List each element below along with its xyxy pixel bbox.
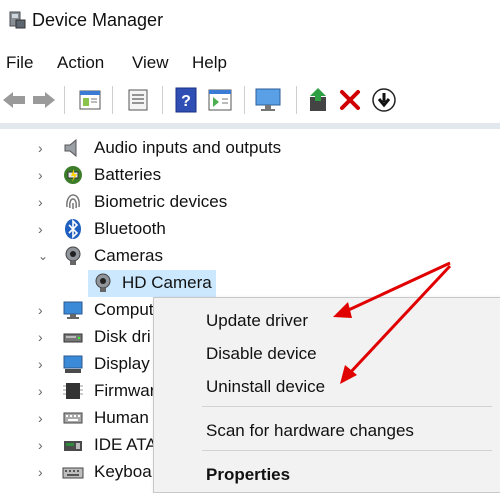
display-adapter-icon bbox=[62, 353, 84, 375]
scan-monitor-icon[interactable] bbox=[254, 86, 282, 114]
toolbar-separator bbox=[162, 86, 163, 114]
svg-text:?: ? bbox=[181, 93, 191, 110]
disk-drive-icon bbox=[62, 326, 84, 348]
menu-file[interactable]: File bbox=[6, 53, 33, 73]
chevron-right-icon[interactable]: › bbox=[38, 464, 50, 480]
toolbar: ? bbox=[0, 80, 500, 120]
menu-bar: File Action View Help bbox=[0, 50, 500, 78]
tree-row-audio[interactable]: › Audio inputs and outputs bbox=[0, 135, 500, 162]
tree-label: Biometric devices bbox=[94, 192, 228, 211]
menu-action[interactable]: Action bbox=[57, 53, 104, 73]
tree-row-bluetooth[interactable]: › Bluetooth bbox=[0, 216, 500, 243]
ide-controller-icon bbox=[62, 434, 84, 456]
bluetooth-icon bbox=[62, 218, 84, 240]
toolbar-separator bbox=[64, 86, 65, 114]
computer-icon bbox=[62, 299, 84, 321]
uninstall-x-icon[interactable] bbox=[336, 86, 364, 114]
chevron-right-icon[interactable]: › bbox=[38, 383, 50, 399]
menu-item-uninstall-device[interactable]: Uninstall device bbox=[206, 377, 325, 397]
tree-label: Human bbox=[94, 408, 149, 427]
toolbar-separator bbox=[296, 86, 297, 114]
window-title: Device Manager bbox=[32, 10, 164, 30]
webcam-icon bbox=[62, 245, 84, 267]
menu-item-update-driver[interactable]: Update driver bbox=[206, 311, 308, 331]
menu-item-disable-device[interactable]: Disable device bbox=[206, 344, 317, 364]
webcam-icon bbox=[92, 272, 114, 294]
tree-label: Display bbox=[94, 354, 150, 373]
chevron-right-icon[interactable]: › bbox=[38, 140, 50, 156]
tree-label: Batteries bbox=[94, 165, 162, 184]
chevron-right-icon[interactable]: › bbox=[38, 356, 50, 372]
back-arrow-icon[interactable] bbox=[0, 86, 28, 114]
tree-label: Keyboa bbox=[94, 462, 152, 481]
menu-help[interactable]: Help bbox=[192, 53, 227, 73]
chevron-down-icon[interactable]: ⌄ bbox=[38, 249, 50, 265]
tree-row-hd-camera[interactable]: HD Camera bbox=[0, 270, 500, 297]
forward-arrow-icon[interactable] bbox=[30, 86, 58, 114]
chevron-right-icon[interactable]: › bbox=[38, 194, 50, 210]
update-driver-icon[interactable] bbox=[304, 86, 332, 114]
battery-icon bbox=[62, 164, 84, 186]
show-hidden-icon[interactable] bbox=[124, 86, 152, 114]
keyboard-hid-icon bbox=[62, 407, 84, 429]
properties-window-icon[interactable] bbox=[76, 86, 104, 114]
disable-device-icon[interactable] bbox=[370, 86, 398, 114]
context-menu: Update driver Disable device Uninstall d… bbox=[153, 297, 500, 493]
tree-label: Disk dri bbox=[94, 327, 151, 346]
tree-label: Audio inputs and outputs bbox=[94, 138, 282, 157]
chevron-right-icon[interactable]: › bbox=[38, 437, 50, 453]
speaker-icon bbox=[62, 137, 84, 159]
menu-separator bbox=[202, 450, 492, 451]
action-pane-icon[interactable] bbox=[206, 86, 234, 114]
tree-label: IDE ATA bbox=[94, 435, 157, 454]
firmware-chip-icon bbox=[62, 380, 84, 402]
title-bar: Device Manager bbox=[0, 0, 500, 44]
menu-item-properties[interactable]: Properties bbox=[206, 465, 290, 485]
chevron-right-icon[interactable]: › bbox=[38, 410, 50, 426]
tree-label: Bluetooth bbox=[94, 219, 166, 238]
tree-label: Firmwar bbox=[94, 381, 156, 400]
fingerprint-icon bbox=[62, 191, 84, 213]
tree-row-batteries[interactable]: › Batteries bbox=[0, 162, 500, 189]
chevron-right-icon[interactable]: › bbox=[38, 167, 50, 183]
tree-row-biometric[interactable]: › Biometric devices bbox=[0, 189, 500, 216]
chevron-right-icon[interactable]: › bbox=[38, 329, 50, 345]
menu-separator bbox=[202, 406, 492, 407]
device-manager-app-icon bbox=[8, 10, 26, 30]
menu-item-scan-hardware-changes[interactable]: Scan for hardware changes bbox=[206, 421, 414, 441]
help-icon[interactable]: ? bbox=[172, 86, 200, 114]
tree-label: Comput bbox=[94, 300, 154, 319]
toolbar-separator bbox=[244, 86, 245, 114]
tree-row-cameras[interactable]: ⌄ Cameras bbox=[0, 243, 500, 270]
toolbar-separator bbox=[112, 86, 113, 114]
menu-view[interactable]: View bbox=[132, 53, 169, 73]
tree-label-selected: HD Camera bbox=[122, 273, 212, 292]
chevron-right-icon[interactable]: › bbox=[38, 302, 50, 318]
chevron-right-icon[interactable]: › bbox=[38, 221, 50, 237]
tree-label: Cameras bbox=[94, 246, 163, 265]
keyboard-icon bbox=[62, 461, 84, 483]
